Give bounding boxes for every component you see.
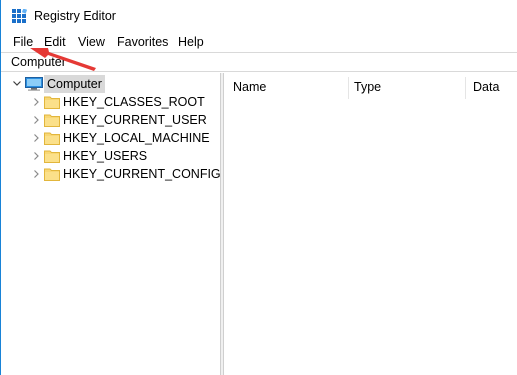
address-bar[interactable]: Computer bbox=[1, 52, 517, 72]
column-header-type[interactable]: Type bbox=[354, 79, 381, 95]
address-path[interactable]: Computer bbox=[11, 54, 66, 70]
menu-favorites[interactable]: Favorites bbox=[117, 34, 168, 50]
tree-item-label: HKEY_CURRENT_USER bbox=[63, 113, 207, 127]
column-header-data[interactable]: Data bbox=[473, 79, 499, 95]
window-title: Registry Editor bbox=[34, 9, 116, 23]
tree-item-label: HKEY_LOCAL_MACHINE bbox=[63, 131, 210, 145]
tree-label-wrap: HKEY_CURRENT_USER bbox=[60, 111, 210, 129]
tree-label-wrap: HKEY_CLASSES_ROOT bbox=[60, 93, 208, 111]
tree-item-hkey-current-config[interactable]: HKEY_CURRENT_CONFIG bbox=[1, 165, 221, 183]
menu-help[interactable]: Help bbox=[178, 34, 204, 50]
tree-item-label: HKEY_CLASSES_ROOT bbox=[63, 95, 205, 109]
tree-label-wrap: HKEY_USERS bbox=[60, 147, 150, 165]
menu-file[interactable]: File bbox=[13, 34, 33, 50]
tree-pane[interactable]: Computer HKEY_CLASSES_ROOT HKEY_CURRENT_… bbox=[1, 73, 221, 375]
chevron-right-icon[interactable] bbox=[31, 147, 41, 165]
tree-item-label: HKEY_CURRENT_CONFIG bbox=[63, 167, 221, 181]
folder-icon bbox=[44, 114, 60, 127]
tree-label-wrap: HKEY_CURRENT_CONFIG bbox=[60, 165, 224, 183]
tree-item-label: HKEY_USERS bbox=[63, 149, 148, 163]
tree-item-computer[interactable]: Computer bbox=[1, 75, 220, 93]
menu-bar: File Edit View Favorites Help bbox=[1, 32, 517, 52]
chevron-right-icon[interactable] bbox=[31, 129, 41, 147]
chevron-right-icon[interactable] bbox=[31, 111, 41, 129]
column-divider[interactable] bbox=[465, 77, 466, 99]
tree-label-wrap: Computer bbox=[44, 75, 105, 93]
registry-editor-window: Registry Editor File Edit View Favorites… bbox=[0, 0, 517, 375]
menu-edit[interactable]: Edit bbox=[44, 34, 66, 50]
tree-label-wrap: HKEY_LOCAL_MACHINE bbox=[60, 129, 213, 147]
folder-icon bbox=[44, 150, 60, 163]
values-list-pane[interactable]: Name Type Data bbox=[224, 73, 517, 375]
folder-icon bbox=[44, 132, 60, 145]
tree-item-hkey-local-machine[interactable]: HKEY_LOCAL_MACHINE bbox=[1, 129, 220, 147]
column-divider[interactable] bbox=[348, 77, 349, 99]
tree-item-hkey-current-user[interactable]: HKEY_CURRENT_USER bbox=[1, 111, 220, 129]
folder-icon bbox=[44, 96, 60, 109]
chevron-right-icon[interactable] bbox=[31, 165, 41, 183]
tree-item-hkey-users[interactable]: HKEY_USERS bbox=[1, 147, 220, 165]
folder-icon bbox=[44, 168, 60, 181]
menu-view[interactable]: View bbox=[78, 34, 105, 50]
tree-item-label: Computer bbox=[47, 77, 102, 91]
computer-icon bbox=[25, 77, 43, 91]
title-bar: Registry Editor bbox=[1, 0, 517, 32]
tree-item-hkey-classes-root[interactable]: HKEY_CLASSES_ROOT bbox=[1, 93, 220, 111]
column-header-name[interactable]: Name bbox=[233, 79, 266, 95]
chevron-down-icon[interactable] bbox=[12, 75, 22, 93]
chevron-right-icon[interactable] bbox=[31, 93, 41, 111]
registry-editor-app-icon bbox=[12, 9, 27, 23]
